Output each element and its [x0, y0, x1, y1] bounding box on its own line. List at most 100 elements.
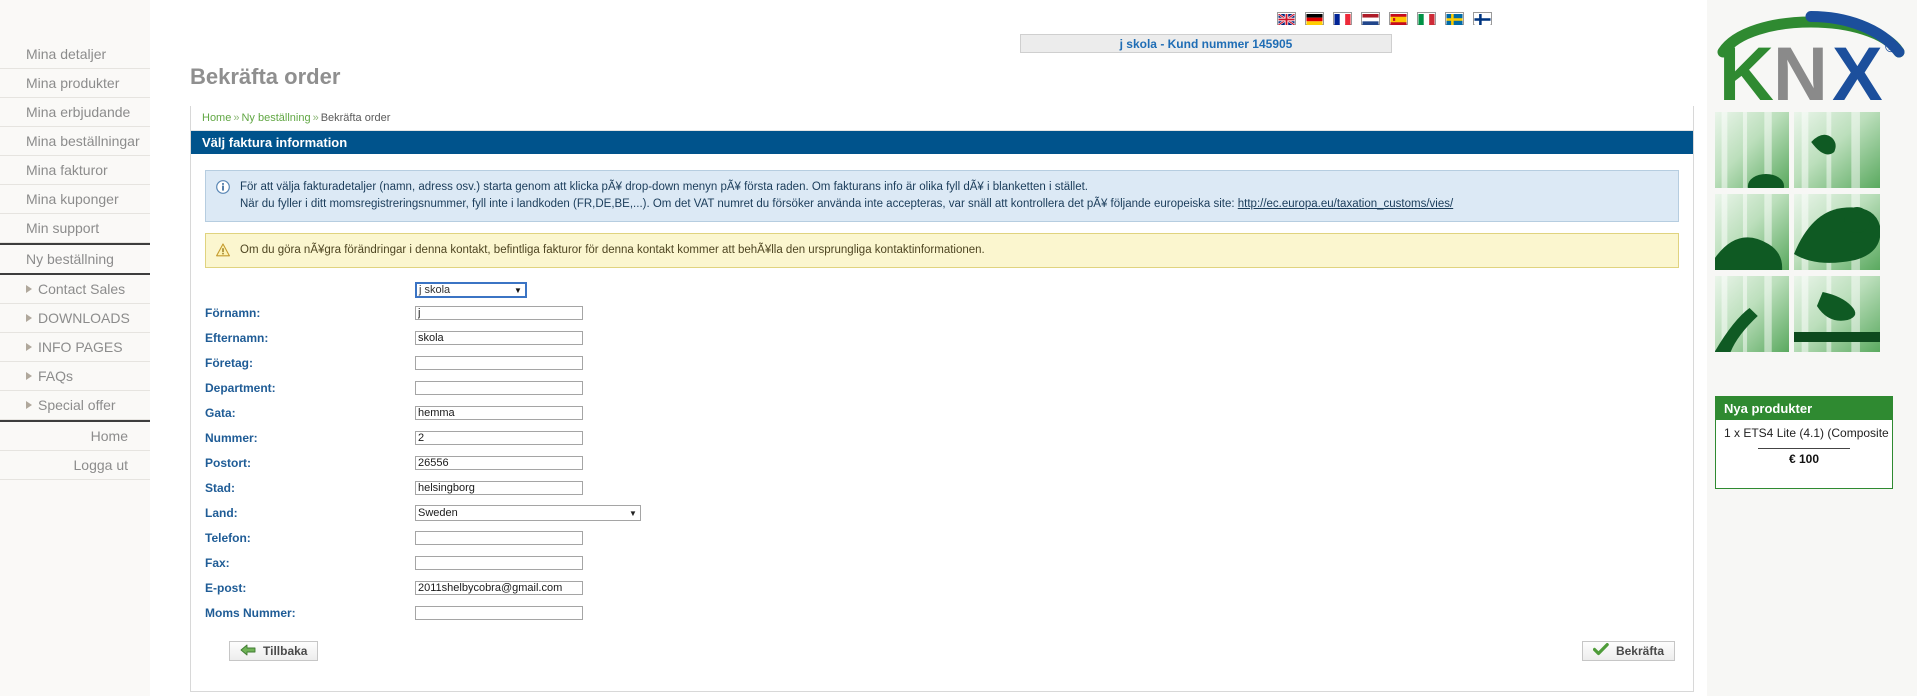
- input-telefon[interactable]: [415, 531, 583, 545]
- promo-thumbnail-grid: [1715, 112, 1893, 352]
- form-row: Nummer:: [191, 429, 1693, 447]
- input-fax[interactable]: [415, 556, 583, 570]
- breadcrumb-separator-2: »: [312, 112, 319, 124]
- form-row: Stad:: [191, 479, 1693, 497]
- sidebar-item-label: Mina detaljer: [26, 46, 107, 62]
- back-button[interactable]: Tillbaka: [229, 641, 319, 661]
- form-field-list: Förnamn: Efternamn: Företag: Department: Gat…: [191, 304, 1693, 629]
- input-efternamn[interactable]: [415, 331, 583, 345]
- new-products-item: 1 x ETS4 Lite (4.1) (Composite: [1724, 426, 1889, 440]
- contact-select-value: j skola: [419, 284, 451, 296]
- row-spacer: [191, 622, 1693, 629]
- form-actions: Tillbaka Bekräfta: [191, 641, 1693, 663]
- input-postort[interactable]: [415, 456, 583, 470]
- svg-text:N: N: [1773, 32, 1828, 106]
- sidebar-item-ny-best-llning[interactable]: Ny beställning: [0, 243, 150, 275]
- sidebar-item-label: FAQs: [38, 368, 74, 384]
- confirm-button-label: Bekräfta: [1615, 644, 1664, 658]
- row-spacer: [191, 547, 1693, 554]
- breadcrumb-current: Bekräfta order: [320, 112, 391, 124]
- breadcrumb-separator-1: »: [233, 112, 240, 124]
- sidebar-item-contact-sales[interactable]: Contact Sales: [0, 275, 150, 304]
- svg-text:K: K: [1719, 32, 1774, 106]
- content-panel: Home» Ny beställning» Bekräfta order Välj …: [190, 106, 1694, 692]
- sidebar-item-label: Special offer: [38, 397, 116, 413]
- form-row: Moms Nummer:: [191, 604, 1693, 622]
- breadcrumb-section[interactable]: Ny beställning: [241, 112, 310, 124]
- sidebar-item-mina-kuponger[interactable]: Mina kuponger: [0, 185, 150, 214]
- info-alert-line-2-text: När du fyller i ditt momsregistreringsnu…: [240, 198, 1238, 210]
- flag-sweden-icon[interactable]: [1445, 12, 1464, 25]
- sidebar-item-label: Mina kuponger: [26, 191, 119, 207]
- flag-spain-icon[interactable]: [1389, 12, 1408, 25]
- athlete-thumb-1: [1715, 112, 1789, 188]
- sidebar-item-mina-produkter[interactable]: Mina produkter: [0, 69, 150, 98]
- input-f-retag[interactable]: [415, 356, 583, 370]
- athlete-thumb-4: [1794, 194, 1880, 270]
- input-f-rnamn[interactable]: [415, 306, 583, 320]
- sidebar-item-mina-fakturor[interactable]: Mina fakturor: [0, 156, 150, 185]
- form-row: Efternamn:: [191, 329, 1693, 347]
- label-telefon: Telefon:: [205, 531, 251, 545]
- select-land[interactable]: Sweden ▼: [415, 505, 641, 521]
- sidebar-item-faqs[interactable]: FAQs: [0, 362, 150, 391]
- label-fax: Fax:: [205, 556, 230, 570]
- sidebar-item-home[interactable]: Home: [0, 420, 150, 451]
- input-moms-nummer[interactable]: [415, 606, 583, 620]
- form-row: Department:: [191, 379, 1693, 397]
- sidebar-item-label: Mina produkter: [26, 75, 120, 91]
- sidebar-item-label: Mina fakturor: [26, 162, 108, 178]
- sidebar-item-mina-best-llningar[interactable]: Mina beställningar: [0, 127, 150, 156]
- flag-uk-icon[interactable]: [1277, 12, 1296, 26]
- form-row: Gata:: [191, 404, 1693, 422]
- sidebar-item-mina-erbjudande[interactable]: Mina erbjudande: [0, 98, 150, 127]
- sidebar-item-logga-ut[interactable]: Logga ut: [0, 451, 150, 480]
- new-products-title: Nya produkter: [1716, 397, 1892, 420]
- info-alert: För att välja fakturadetaljer (namn, adr…: [205, 170, 1679, 222]
- row-spacer: [191, 322, 1693, 329]
- chevron-down-icon: ▼: [629, 508, 637, 518]
- contact-select[interactable]: j skola ▼: [415, 282, 527, 298]
- row-spacer: [191, 522, 1693, 529]
- sidebar-item-label: DOWNLOADS: [38, 310, 130, 326]
- sidebar-item-min-support[interactable]: Min support: [0, 214, 150, 243]
- customer-label: j skola - Kund nummer 145905: [1119, 36, 1293, 51]
- sidebar: Mina detaljer Mina produkter Mina erbjudan…: [0, 0, 150, 696]
- sidebar-item-mina-detaljer[interactable]: Mina detaljer: [0, 40, 150, 69]
- flag-netherlands-icon[interactable]: [1361, 12, 1380, 25]
- input-department[interactable]: [415, 381, 583, 395]
- athlete-thumb-5: [1715, 276, 1789, 352]
- row-spacer: [191, 372, 1693, 379]
- form-row: Land: Sweden ▼: [191, 504, 1693, 522]
- flag-france-icon[interactable]: [1333, 12, 1352, 25]
- form-row: Företag:: [191, 354, 1693, 372]
- input-nummer[interactable]: [415, 431, 583, 445]
- vies-link[interactable]: http://ec.europa.eu/taxation_customs/vie…: [1238, 198, 1453, 210]
- sidebar-item-special-offer[interactable]: Special offer: [0, 391, 150, 420]
- row-spacer: [191, 597, 1693, 604]
- input-e-post[interactable]: [415, 581, 583, 595]
- confirm-button[interactable]: Bekräfta: [1581, 641, 1675, 661]
- check-icon: [1592, 643, 1609, 659]
- row-spacer: [191, 472, 1693, 479]
- panel-header: Välj faktura information: [191, 131, 1693, 154]
- triangle-right-icon: [26, 401, 32, 409]
- input-gata[interactable]: [415, 406, 583, 420]
- breadcrumb-home[interactable]: Home: [202, 112, 231, 124]
- label-land: Land:: [205, 506, 238, 520]
- sidebar-item-label: Min support: [26, 220, 100, 236]
- sidebar-item-label: Ny beställning: [26, 251, 114, 267]
- sidebar-item-label: INFO PAGES: [38, 339, 123, 355]
- row-spacer: [191, 497, 1693, 504]
- sidebar-item-label: Contact Sales: [38, 281, 126, 297]
- right-sidebar: K N X ® Nya produkter 1 x ETS4 Lite (4.1…: [1707, 0, 1917, 696]
- flag-finland-icon[interactable]: [1473, 12, 1492, 25]
- flag-germany-icon[interactable]: [1305, 12, 1324, 25]
- label-moms-nummer: Moms Nummer:: [205, 606, 296, 620]
- sidebar-item-info-pages[interactable]: INFO PAGES: [0, 333, 150, 362]
- input-stad[interactable]: [415, 481, 583, 495]
- sidebar-item-downloads[interactable]: DOWNLOADS: [0, 304, 150, 333]
- sidebar-item-label: Logga ut: [73, 457, 129, 473]
- sidebar-item-label: Home: [90, 428, 128, 444]
- flag-italy-icon[interactable]: [1417, 12, 1436, 25]
